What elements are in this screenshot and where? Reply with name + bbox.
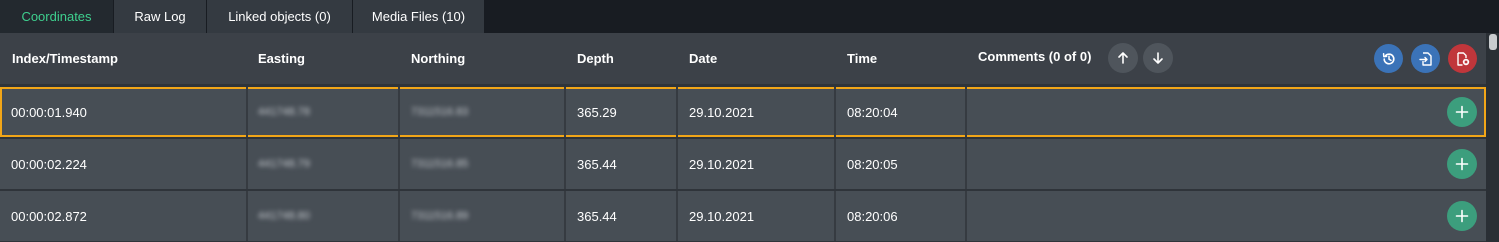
column-header-depth[interactable]: Depth [577,33,614,84]
column-header-date[interactable]: Date [689,33,717,84]
add-comment-button[interactable] [1447,201,1477,231]
cell-easting: 441748.80 [258,210,310,222]
table-row[interactable]: 00:00:01.940 441748.78 7311516.83 365.29… [0,87,1486,137]
cell-easting: 441748.79 [258,158,310,170]
column-divider [965,139,967,189]
arrow-down-icon [1153,52,1163,64]
cell-northing: 7311516.83 [411,106,469,118]
tab-media-files[interactable]: Media Files (10) [353,0,484,33]
plus-icon [1455,157,1469,171]
column-divider [965,87,967,137]
table-row[interactable]: 00:00:02.224 441748.79 7311516.85 365.44… [0,139,1486,189]
plus-icon [1455,209,1469,223]
column-divider [676,87,678,137]
scrollbar-thumb[interactable] [1489,34,1497,50]
comment-next-button[interactable] [1143,43,1173,73]
cell-index: 00:00:02.224 [11,156,87,172]
cell-time: 08:20:04 [847,104,898,120]
table-row[interactable]: 00:00:02.872 441748.80 7311516.89 365.44… [0,191,1486,241]
column-divider [564,191,566,241]
column-header-easting[interactable]: Easting [258,33,305,84]
tab-linked-objects[interactable]: Linked objects (0) [207,0,352,33]
column-divider [965,191,967,241]
column-divider [246,87,248,137]
tab-bar: Coordinates Raw Log Linked objects (0) M… [0,0,1499,33]
column-divider [564,87,566,137]
arrow-up-icon [1118,52,1128,64]
plus-icon [1455,105,1469,119]
tab-coordinates[interactable]: Coordinates [0,0,113,33]
cell-index: 00:00:01.940 [11,104,87,120]
cell-depth: 365.44 [577,208,617,224]
column-divider [246,139,248,189]
column-divider [834,191,836,241]
column-divider [398,191,400,241]
tab-raw-log[interactable]: Raw Log [114,0,206,33]
cell-date: 29.10.2021 [689,208,755,224]
column-divider [834,139,836,189]
column-divider [398,139,400,189]
column-header-comments: Comments (0 of 0) [978,49,1092,64]
column-header-northing[interactable]: Northing [411,33,465,84]
add-comment-button[interactable] [1447,149,1477,179]
history-icon [1382,52,1395,65]
column-divider [246,191,248,241]
add-comment-button[interactable] [1447,97,1477,127]
import-button[interactable] [1411,44,1440,73]
delete-file-icon [1456,51,1469,66]
table-header: Index/Timestamp Easting Northing Depth D… [0,33,1486,84]
column-divider [564,139,566,189]
column-divider [834,87,836,137]
column-divider [676,191,678,241]
history-button[interactable] [1374,44,1403,73]
import-file-icon [1418,51,1432,66]
cell-northing: 7311516.85 [411,158,469,170]
cell-easting: 441748.78 [258,106,310,118]
cell-depth: 365.44 [577,156,617,172]
column-divider [398,87,400,137]
cell-time: 08:20:05 [847,156,898,172]
column-header-time[interactable]: Time [847,33,877,84]
cell-time: 08:20:06 [847,208,898,224]
comment-prev-button[interactable] [1108,43,1138,73]
cell-index: 00:00:02.872 [11,208,87,224]
delete-button[interactable] [1448,44,1477,73]
cell-depth: 365.29 [577,104,617,120]
coordinates-panel: Coordinates Raw Log Linked objects (0) M… [0,0,1499,242]
column-header-index[interactable]: Index/Timestamp [12,33,118,84]
column-divider [676,139,678,189]
cell-date: 29.10.2021 [689,104,755,120]
vertical-scrollbar[interactable] [1486,33,1499,242]
cell-date: 29.10.2021 [689,156,755,172]
cell-northing: 7311516.89 [411,210,469,222]
